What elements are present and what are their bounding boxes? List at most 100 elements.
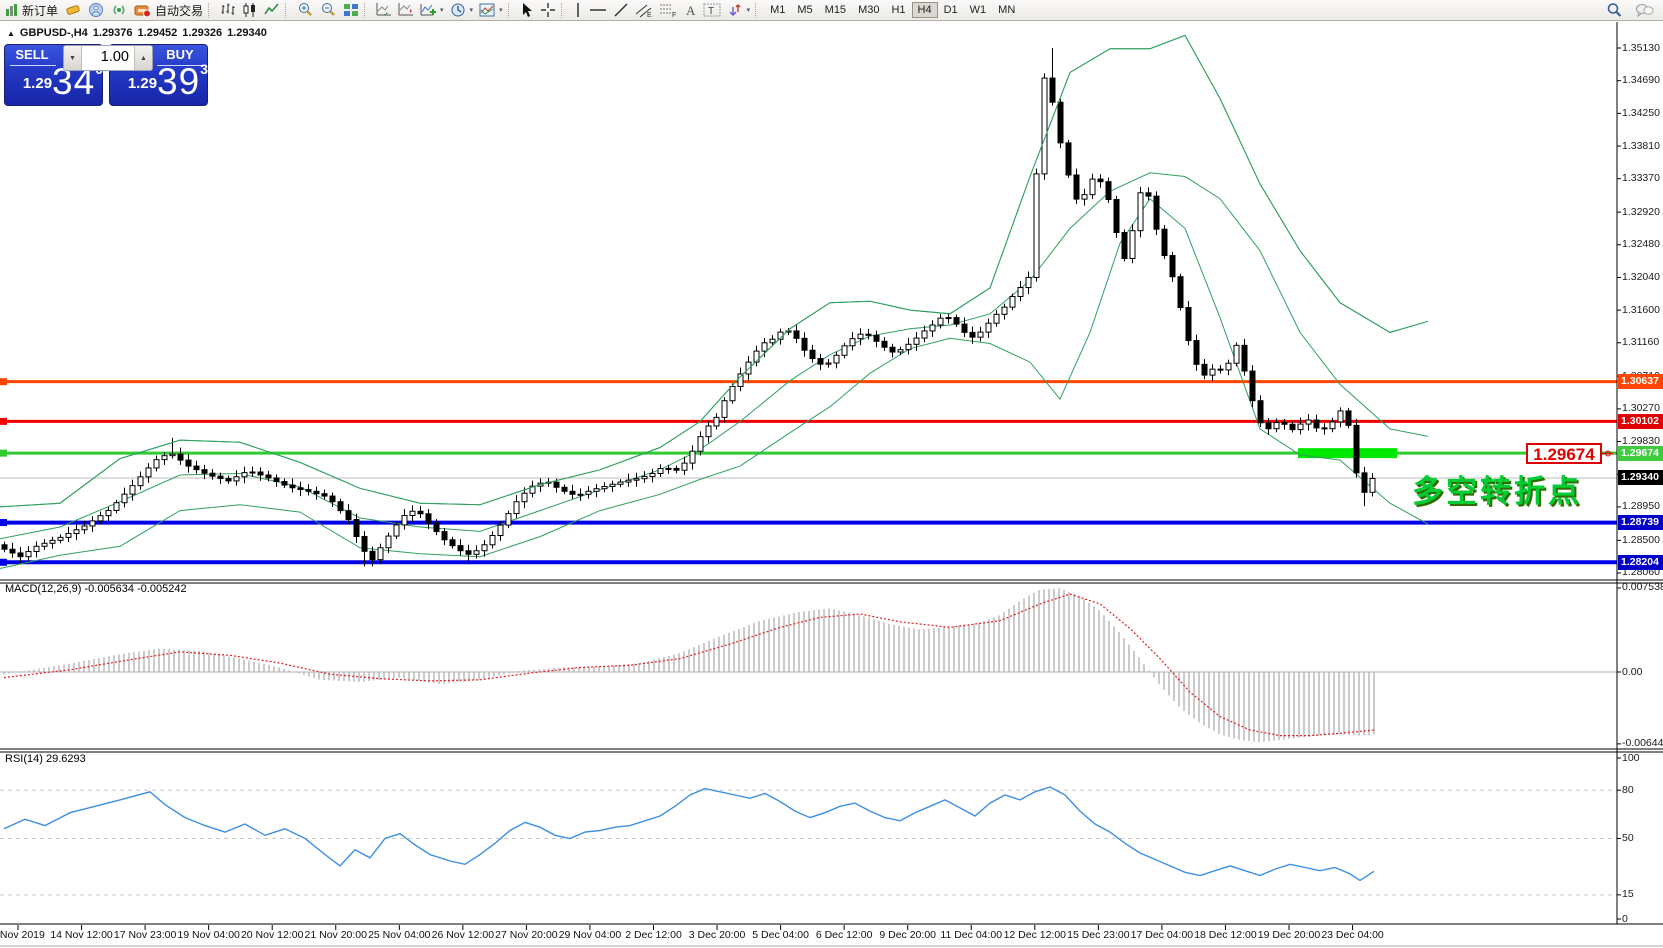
clock-icon [450,2,466,18]
macd-scale-tick: 0.007538 [1622,581,1663,593]
price-axis-tick: 1.31160 [1622,336,1659,348]
bollinger-upper [0,35,1428,507]
search-button[interactable] [1603,1,1626,20]
volume-input[interactable]: 1.00 [82,46,134,70]
symbol-period-label: GBPUSD-,H4 [20,27,88,39]
signals-button[interactable] [108,1,131,20]
price-badge: 1.28204 [1618,555,1663,570]
price-axis-tick: 1.28950 [1622,500,1660,512]
channel-icon: E [635,2,653,18]
line-anchor-handle[interactable] [0,519,7,526]
vertical-line-icon [573,2,583,18]
line-anchor-handle[interactable] [0,418,7,425]
zoom-in-button[interactable] [294,1,317,20]
line-anchor-handle[interactable] [0,378,7,385]
rsi-pane-label: RSI(14) 29.6293 [5,753,86,765]
autotrading-button[interactable]: 自动交易 [131,1,206,20]
price-axis-tick: 1.30270 [1622,402,1660,414]
timeframe-mn-button[interactable]: MN [992,2,1021,18]
time-axis-label: 25 Nov 04:00 [368,929,430,941]
price-callout-label[interactable]: 1.29674 [1526,443,1602,464]
price-axis-tick: 1.33370 [1622,172,1660,184]
tile-windows-button[interactable] [340,1,362,20]
bollinger-upper [0,35,1428,507]
collapse-triangle-icon[interactable]: ▲ [7,29,15,38]
text-label-button[interactable]: T [700,1,724,20]
rsi-scale-tick: 100 [1622,752,1640,764]
arrows-button[interactable] [724,1,754,20]
autoscroll-icon [376,2,392,18]
trendline-button[interactable] [610,1,632,20]
line-chart-icon [264,2,280,18]
toolbar-separator [561,3,566,18]
candlestick-chart-button[interactable] [239,1,261,20]
time-axis-label: 14 Nov 12:00 [50,929,112,941]
time-axis-label: 19 Nov 04:00 [177,929,239,941]
autoscroll-button[interactable] [373,1,395,20]
cursor-button[interactable] [517,1,537,20]
price-badge: 1.30637 [1618,374,1663,389]
chart-shift-button[interactable] [395,1,417,20]
signals-icon [111,2,128,18]
chat-button[interactable] [1632,1,1657,20]
time-axis-label: 5 Dec 04:00 [752,929,809,941]
crosshair-icon [540,2,556,18]
ohlc-high: 1.29452 [138,27,178,39]
time-axis-label: 19 Dec 20:00 [1258,929,1320,941]
price-axis-tick: 1.34250 [1622,107,1660,119]
community-button[interactable] [85,1,108,20]
volume-increase-button[interactable]: ▲ [134,46,152,70]
new-order-button[interactable]: 新订单 [2,1,61,20]
time-axis-label: 27 Nov 20:00 [495,929,557,941]
zoom-out-icon [320,2,337,18]
rsi-value: 29.6293 [46,753,86,765]
timeframe-m30-button[interactable]: M30 [852,2,885,18]
horizontal-line-button[interactable] [586,1,610,20]
fibonacci-button[interactable]: F [656,1,680,20]
price-axis-tick: 1.34690 [1622,74,1660,86]
styler-button[interactable] [61,1,85,20]
toolbar-right-group [1603,1,1657,20]
trendline-icon [613,2,629,18]
one-click-trading-panel: SELL BUY 1.29340 1.29393 ▼ 1.00 ▲ [4,44,208,106]
toolbar-separator [285,3,290,18]
macd-pane [0,588,1617,742]
zoom-out-button[interactable] [317,1,340,20]
ohlc-close: 1.29340 [227,27,267,39]
text-button[interactable]: A [680,1,700,20]
price-axis-tick: 1.32920 [1622,206,1660,218]
bollinger-lower [0,199,1428,569]
line-anchor-handle[interactable] [0,450,7,457]
price-axis-tick: 1.35130 [1622,42,1660,54]
bollinger-middle [0,173,1428,539]
turning-point-annotation[interactable]: 多空转折点 [1412,466,1582,511]
price-axis-tick: 1.28500 [1622,534,1660,546]
toolbar-separator [364,3,369,18]
indicators-button[interactable] [417,1,447,20]
timeframe-d1-button[interactable]: D1 [938,2,964,18]
macd-pane-label: MACD(12,26,9) -0.005634 -0.005242 [5,583,187,595]
zoom-in-icon [297,2,314,18]
crosshair-button[interactable] [537,1,559,20]
timeframe-m1-button[interactable]: M1 [764,2,791,18]
volume-decrease-button[interactable]: ▼ [64,46,82,70]
sell-label[interactable]: SELL [6,47,58,62]
timeframe-m5-button[interactable]: M5 [791,2,818,18]
line-chart-button[interactable] [261,1,283,20]
time-axis-label: 18 Dec 12:00 [1194,929,1256,941]
periods-button[interactable] [447,1,477,20]
equidistant-channel-button[interactable]: E [632,1,656,20]
timeframe-h1-button[interactable]: H1 [885,2,911,18]
buy-label[interactable]: BUY [154,47,206,62]
timeframe-h4-button[interactable]: H4 [912,2,938,18]
line-anchor-handle[interactable] [0,559,7,566]
vertical-line-button[interactable] [570,1,586,20]
toolbar-separator [755,3,760,18]
timeframe-m15-button[interactable]: M15 [819,2,852,18]
timeframe-w1-button[interactable]: W1 [964,2,993,18]
macd-scale-tick: 0.00 [1622,666,1642,678]
templates-button[interactable] [476,1,506,20]
price-axis-tick: 1.32040 [1622,271,1660,283]
bar-chart-button[interactable] [217,1,239,20]
template-icon [479,2,495,18]
